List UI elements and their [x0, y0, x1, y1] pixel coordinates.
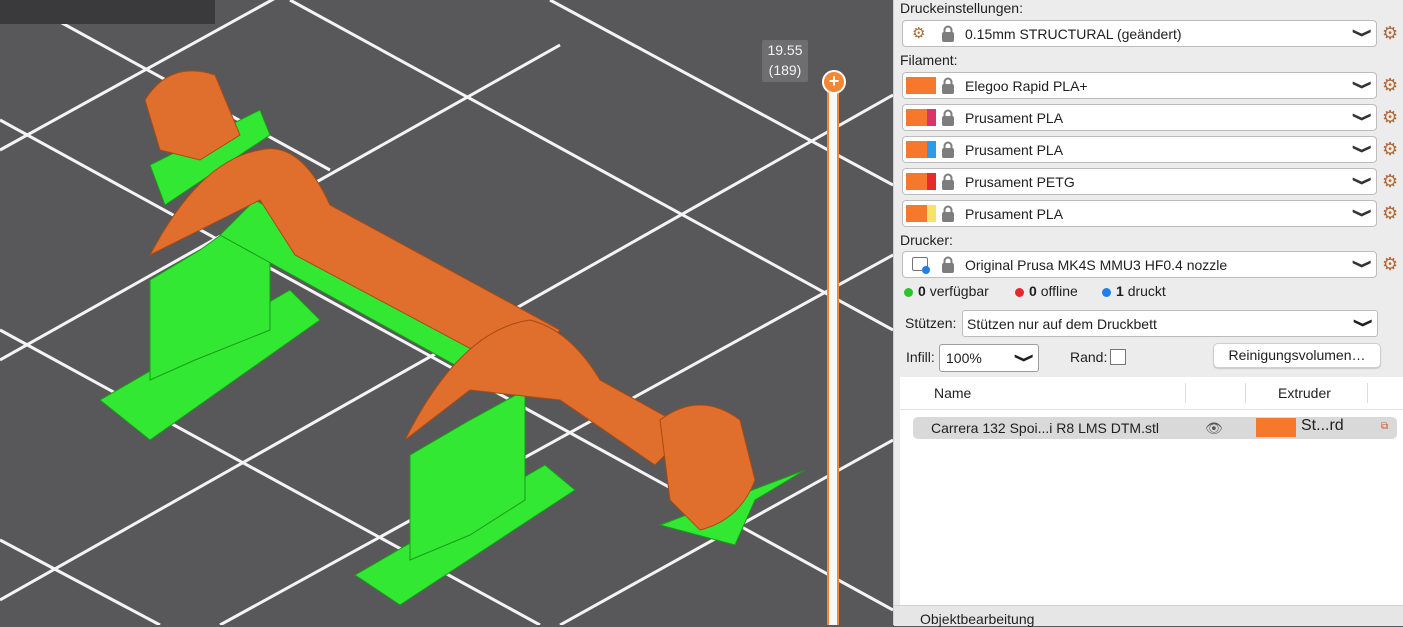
brim-checkbox[interactable]: [1110, 349, 1126, 365]
column-extruder[interactable]: Extruder: [1278, 385, 1331, 401]
column-name[interactable]: Name: [934, 385, 971, 401]
status-offline: 0 offline: [1015, 283, 1078, 299]
chevron-down-icon: ❯: [1352, 258, 1374, 270]
gear-icon[interactable]: ⚙: [1382, 171, 1402, 191]
printer-value: Original Prusa MK4S MMU3 HF0.4 nozzle: [965, 257, 1228, 273]
gear-icon[interactable]: ⚙: [1382, 254, 1402, 274]
eye-icon[interactable]: 👁: [1205, 420, 1223, 437]
column-divider: [1367, 383, 1368, 403]
status-dot: [1102, 287, 1111, 297]
filament-combo-5[interactable]: Prusament PLA ❯: [902, 200, 1377, 227]
object-edit-tab[interactable]: Objektbearbeitung: [894, 605, 1403, 627]
gear-icon[interactable]: ⚙: [1382, 75, 1402, 95]
layer-slider-thumb[interactable]: +: [822, 70, 846, 94]
extruder-color-swatch: [927, 141, 936, 158]
lock-icon: [942, 77, 954, 94]
object-list-header: Name Extruder: [900, 377, 1403, 410]
status-dot: [1015, 287, 1024, 297]
column-divider: [1245, 383, 1246, 403]
supports-combo[interactable]: Stützen nur auf dem Druckbett ❯: [962, 310, 1378, 337]
chevron-down-icon: ❯: [1352, 27, 1374, 39]
chevron-down-icon: ❯: [1014, 352, 1036, 364]
brim-label: Rand:: [1070, 349, 1108, 365]
gear-icon[interactable]: ⚙: [1382, 107, 1402, 127]
chevron-down-icon: ❯: [1352, 175, 1374, 187]
filament-combo-3[interactable]: Prusament PLA ❯: [902, 136, 1377, 163]
lock-icon: [942, 141, 954, 158]
print-settings-label: Druckeinstellungen:: [900, 0, 1023, 16]
status-printing: 1 druckt: [1102, 283, 1166, 299]
status-dot: [904, 287, 913, 297]
filament-name: Prusament PLA: [965, 142, 1064, 158]
object-row[interactable]: Carrera 132 Spoi...i R8 LMS DTM.stl 👁 St…: [913, 417, 1397, 439]
filament-name: Elegoo Rapid PLA+: [965, 78, 1088, 94]
status-available: 0 verfügbar: [904, 283, 989, 299]
extruder-color-swatch: [927, 205, 936, 222]
extruder-value[interactable]: St...rd: [1301, 417, 1344, 435]
settings-panel: Druckeinstellungen: ⚙ 0.15mm STRUCTURAL …: [893, 0, 1403, 627]
layer-readout: 19.55 (189): [762, 40, 808, 82]
filament-color-swatch[interactable]: [906, 173, 927, 190]
lock-icon: [942, 25, 954, 42]
lock-icon: [942, 173, 954, 190]
filament-name: Prusament PLA: [965, 110, 1064, 126]
filament-color-swatch[interactable]: [906, 205, 927, 222]
layer-index-value: (189): [768, 62, 802, 78]
extruder-color-swatch: [927, 109, 936, 126]
filament-color-swatch[interactable]: [906, 77, 936, 94]
filament-label: Filament:: [900, 52, 958, 68]
lock-icon: [942, 109, 954, 126]
filament-name: Prusament PLA: [965, 206, 1064, 222]
layer-slider-track[interactable]: [827, 82, 839, 625]
gear-icon[interactable]: ⚙: [1382, 139, 1402, 159]
3d-viewport[interactable]: + 19.55 (189): [0, 0, 893, 625]
print-preview-canvas[interactable]: [0, 0, 893, 625]
edit-icon[interactable]: ⧉: [1381, 421, 1388, 432]
infill-combo[interactable]: 100% ❯: [939, 344, 1039, 372]
top-overlay: [0, 0, 215, 24]
printer-combo[interactable]: Original Prusa MK4S MMU3 HF0.4 nozzle ❯: [902, 251, 1377, 278]
filament-combo-2[interactable]: Prusament PLA ❯: [902, 104, 1377, 131]
supports-label: Stützen:: [905, 315, 957, 331]
lock-icon: [942, 205, 954, 222]
gear-icon[interactable]: ⚙: [1382, 203, 1402, 223]
supports-value: Stützen nur auf dem Druckbett: [967, 316, 1157, 332]
column-divider: [1185, 383, 1186, 403]
printer-label: Drucker:: [900, 232, 953, 248]
chevron-down-icon: ❯: [1352, 111, 1374, 123]
gear-icon: ⚙: [912, 25, 926, 42]
chevron-down-icon: ❯: [1353, 317, 1375, 329]
chevron-down-icon: ❯: [1352, 207, 1374, 219]
infill-label: Infill:: [906, 349, 935, 365]
filament-name: Prusament PETG: [965, 174, 1075, 190]
extruder-color-swatch: [927, 173, 936, 190]
chevron-down-icon: ❯: [1352, 79, 1374, 91]
lock-icon: [942, 256, 954, 273]
layer-height-value: 19.55: [767, 42, 803, 58]
printer-status-dot: [922, 266, 930, 274]
filament-combo-4[interactable]: Prusament PETG ❯: [902, 168, 1377, 195]
filament-color-swatch[interactable]: [906, 141, 927, 158]
chevron-down-icon: ❯: [1352, 143, 1374, 155]
extruder-color-swatch: [1256, 418, 1296, 437]
gear-icon[interactable]: ⚙: [1382, 23, 1402, 43]
infill-value: 100%: [946, 350, 982, 366]
print-profile-combo[interactable]: ⚙ 0.15mm STRUCTURAL (geändert) ❯: [902, 20, 1377, 47]
object-name: Carrera 132 Spoi...i R8 LMS DTM.stl: [931, 420, 1159, 436]
filament-combo-1[interactable]: Elegoo Rapid PLA+ ❯: [902, 72, 1377, 99]
print-profile-value: 0.15mm STRUCTURAL (geändert): [965, 26, 1182, 42]
purge-volumes-button[interactable]: Reinigungsvolumen…: [1213, 343, 1381, 368]
object-list: Name Extruder Carrera 132 Spoi...i R8 LM…: [900, 377, 1403, 605]
filament-color-swatch[interactable]: [906, 109, 927, 126]
